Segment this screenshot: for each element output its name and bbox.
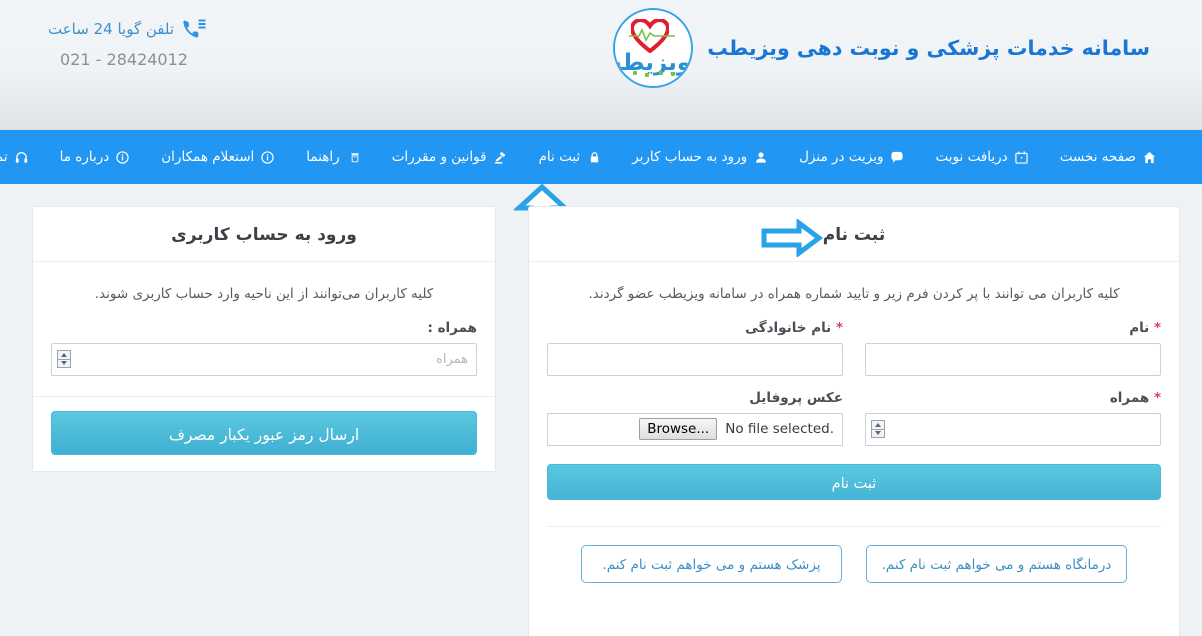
login-intro: کلیه کاربران می‌توانند از این ناحیه وارد… [94, 286, 434, 302]
last-name-label: * نام خانوادگی [547, 320, 843, 336]
contact-number: 021 - 28424012 [60, 50, 188, 69]
login-mobile-wrapper [51, 342, 477, 376]
nav-item-contact-us[interactable]: تماس با ما [0, 130, 44, 184]
register-title: ثبت نام [822, 225, 886, 245]
brand: سامانه خدمات پزشکی و نوبت دهی ویزیطب ویز… [613, 8, 1150, 88]
info-circle-icon [260, 150, 274, 164]
stepper-up[interactable] [58, 351, 70, 360]
nav-label: تماس با ما [0, 149, 8, 165]
last-name-input[interactable] [547, 342, 843, 376]
nav-label: ویزیت در منزل [799, 149, 884, 165]
name-row: * نام * نام خانوادگی [547, 320, 1161, 376]
register-card-header: ثبت نام [529, 207, 1179, 262]
site-title: سامانه خدمات پزشکی و نوبت دهی ویزیطب [707, 36, 1150, 60]
comment-icon [890, 150, 904, 164]
login-mobile-label: همراه : [427, 319, 477, 336]
first-name-label: * نام [865, 320, 1161, 336]
login-card-header: ورود به حساب کاربری [33, 207, 495, 262]
info-circle-icon [115, 150, 129, 164]
main-navigation: صفحه نخست دریافت نوبت ویزیت در منزل ورود… [0, 130, 1202, 232]
login-card-footer: ارسال رمز عبور یکبار مصرف [33, 395, 495, 471]
last-name-field-group: * نام خانوادگی [547, 320, 843, 376]
register-card: ثبت نام کلیه کاربران می توانند با پر کرد… [528, 206, 1180, 636]
divider [547, 525, 1161, 527]
login-card: ورود به حساب کاربری کلیه کاربران می‌توان… [32, 206, 496, 472]
login-card-body: کلیه کاربران می‌توانند از این ناحیه وارد… [33, 262, 495, 396]
nav-item-partner-inquiry[interactable]: استعلام همکاران [145, 130, 290, 184]
number-stepper[interactable] [871, 420, 885, 439]
nav-label: ثبت نام [538, 149, 581, 165]
doctor-register-button[interactable]: پزشک هستم و می خواهم ثبت نام کنم. [581, 544, 842, 583]
contact-block: تلفن گویا 24 ساعت 021 - 28424012 [48, 18, 206, 69]
card-bottom-spacer [547, 583, 1161, 625]
browse-button[interactable]: Browse... [639, 418, 718, 441]
first-name-label-text: نام [1129, 319, 1150, 336]
nav-label: دریافت نوبت [935, 149, 1008, 165]
page-content: ثبت نام کلیه کاربران می توانند با پر کرد… [0, 184, 1202, 636]
phone-icon [182, 18, 206, 40]
send-otp-button[interactable]: ارسال رمز عبور یکبار مصرف [51, 410, 477, 455]
gavel-icon [493, 150, 507, 164]
logo-accent-dots [615, 67, 691, 77]
login-title: ورود به حساب کاربری [171, 225, 357, 245]
required-asterisk: * [1153, 319, 1161, 336]
calendar-icon [1014, 150, 1028, 164]
mobile-input[interactable] [865, 412, 1161, 446]
stepper-up[interactable] [872, 421, 884, 430]
role-button-group: درمانگاه هستم و می خواهم ثبت نام کنم. پز… [547, 544, 1161, 583]
register-card-body: کلیه کاربران می توانند با پر کردن فرم زی… [529, 262, 1179, 636]
nav-label: قوانین و مقررات [391, 149, 487, 165]
headset-icon [14, 150, 28, 164]
nav-label: درباره ما [59, 149, 110, 165]
nav-item-home-visit[interactable]: ویزیت در منزل [783, 130, 919, 184]
stepper-down[interactable] [58, 360, 70, 368]
login-number-stepper[interactable] [57, 350, 71, 369]
site-header: سامانه خدمات پزشکی و نوبت دهی ویزیطب ویز… [0, 0, 1202, 130]
nav-item-rules[interactable]: قوانین و مقررات [376, 130, 523, 184]
nav-item-get-appointment[interactable]: دریافت نوبت [920, 130, 1044, 184]
register-intro: کلیه کاربران می توانند با پر کردن فرم زی… [588, 286, 1120, 302]
nav-item-register[interactable]: ثبت نام [523, 130, 617, 184]
mobile-field-group: * همراه [865, 390, 1161, 446]
last-name-label-text: نام خانوادگی [745, 319, 832, 336]
mobile-label-text: همراه [1109, 389, 1150, 406]
required-asterisk: * [835, 319, 843, 336]
user-icon [753, 150, 767, 164]
nav-item-about-us[interactable]: درباره ما [44, 130, 146, 184]
file-status-text: No file selected. [725, 421, 834, 438]
mobile-label: * همراه [865, 390, 1161, 406]
clinic-register-button[interactable]: درمانگاه هستم و می خواهم ثبت نام کنم. [866, 544, 1127, 583]
mobile-photo-row: * همراه عکس پروفایل Browse... No file se… [547, 390, 1161, 446]
stepper-down[interactable] [872, 430, 884, 438]
ecg-line-icon [629, 27, 676, 43]
first-name-field-group: * نام [865, 320, 1161, 376]
nav-label: صفحه نخست [1059, 149, 1136, 165]
required-asterisk: * [1153, 389, 1161, 406]
first-name-input[interactable] [865, 342, 1161, 376]
register-submit-button[interactable]: ثبت نام [547, 463, 1161, 500]
file-upload-control[interactable]: Browse... No file selected. [547, 412, 843, 446]
profile-photo-field-group: عکس پروفایل Browse... No file selected. [547, 390, 843, 446]
nav-item-guide[interactable]: راهنما [290, 130, 375, 184]
site-logo: ویزیطب [613, 8, 694, 88]
nav-label: ورود به حساب کاربر [632, 149, 748, 165]
lock-icon [586, 150, 600, 164]
arrow-right-annotation [761, 218, 824, 258]
book-icon [346, 150, 360, 164]
nav-label: استعلام همکاران [161, 149, 255, 165]
profile-photo-label: عکس پروفایل [749, 389, 843, 406]
contact-label: تلفن گویا 24 ساعت [48, 20, 175, 38]
nav-item-login[interactable]: ورود به حساب کاربر [616, 130, 783, 184]
nav-label: راهنما [306, 149, 340, 165]
home-icon [1142, 150, 1156, 164]
login-mobile-input[interactable] [51, 342, 477, 376]
nav-item-home[interactable]: صفحه نخست [1044, 130, 1172, 184]
mobile-number-wrapper [865, 412, 1161, 446]
